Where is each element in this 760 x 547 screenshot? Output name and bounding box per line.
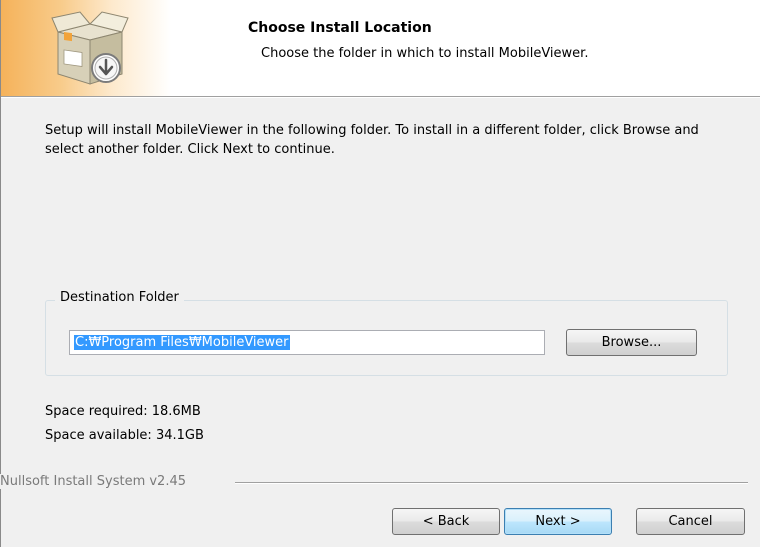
branding-text: Nullsoft Install System v2.45: [0, 474, 192, 489]
back-button[interactable]: < Back: [392, 508, 500, 535]
page-subtitle: Choose the folder in which to install Mo…: [261, 46, 589, 61]
space-available: Space available: 34.1GB: [45, 428, 204, 443]
installer-window: Choose Install Location Choose the folde…: [0, 0, 760, 547]
page-title: Choose Install Location: [248, 20, 432, 36]
destination-group-label: Destination Folder: [55, 290, 184, 305]
header-divider-highlight: [1, 97, 760, 98]
branding-divider-highlight: [235, 483, 748, 484]
instructions-text: Setup will install MobileViewer in the f…: [45, 123, 699, 157]
cancel-button[interactable]: Cancel: [636, 508, 745, 535]
destination-path-input[interactable]: C:₩Program Files₩MobileViewer: [69, 330, 545, 355]
install-box-icon: [51, 11, 129, 85]
space-required: Space required: 18.6MB: [45, 404, 201, 419]
browse-button[interactable]: Browse...: [566, 329, 697, 356]
destination-path-text: C:₩Program Files₩MobileViewer: [74, 335, 290, 350]
next-button[interactable]: Next >: [504, 508, 612, 535]
